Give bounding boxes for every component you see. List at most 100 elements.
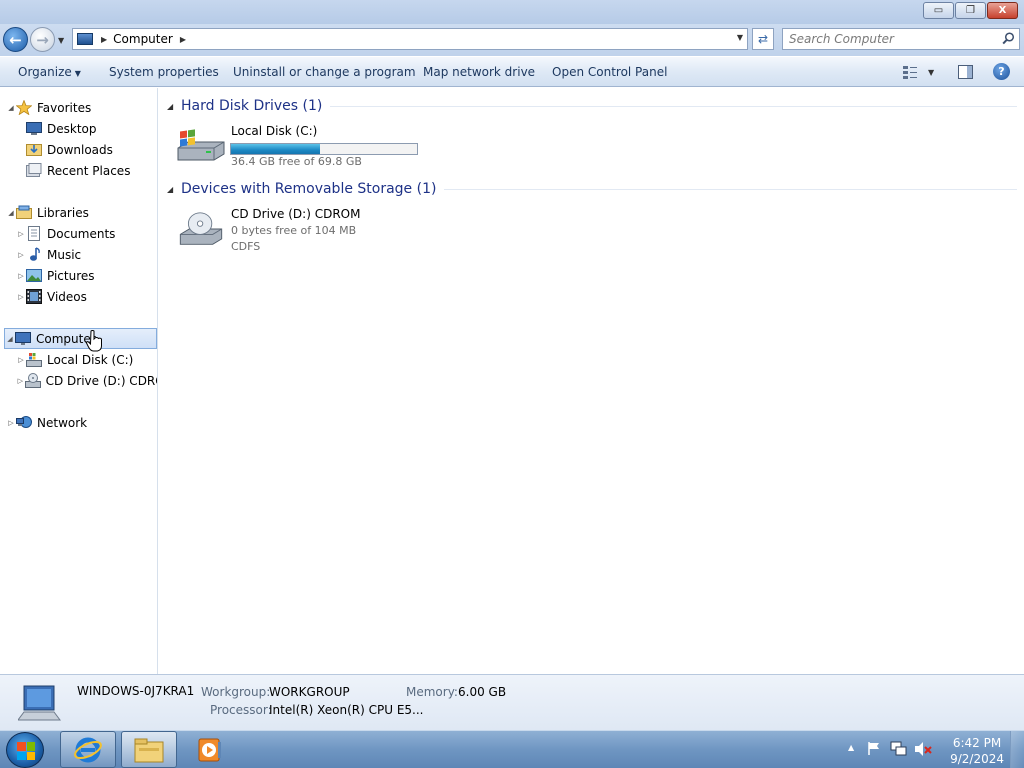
collapsed-arrow-icon[interactable]: ▷ xyxy=(16,272,26,280)
desktop-icon xyxy=(26,122,42,135)
expanded-arrow-icon[interactable]: ◢ xyxy=(5,335,15,343)
hard-drive-icon xyxy=(26,353,42,367)
nav-favorites[interactable]: ◢ Favorites xyxy=(6,97,156,118)
volume-muted-icon[interactable] xyxy=(914,741,932,757)
removable-storage-group-header[interactable]: ◢ Devices with Removable Storage (1) xyxy=(167,179,1017,199)
nav-recent-places[interactable]: Recent Places xyxy=(16,160,156,181)
refresh-button[interactable]: ⇄ xyxy=(752,28,774,50)
search-box[interactable] xyxy=(782,28,1020,50)
collapsed-arrow-icon[interactable]: ▷ xyxy=(16,377,25,385)
taskbar-windows-explorer[interactable] xyxy=(121,731,177,768)
start-button[interactable] xyxy=(6,732,44,768)
clock-date: 9/2/2024 xyxy=(950,752,1004,766)
forward-button[interactable]: → xyxy=(30,27,55,52)
pictures-icon xyxy=(26,269,42,282)
nav-videos-label: Videos xyxy=(47,289,87,304)
close-button[interactable]: X xyxy=(987,2,1018,19)
cd-drive-free-space: 0 bytes free of 104 MB xyxy=(231,224,357,237)
change-view-icon[interactable] xyxy=(902,65,918,79)
cd-drive-item[interactable]: CD Drive (D:) CDROM 0 bytes free of 104 … xyxy=(176,207,436,257)
address-history-dropdown[interactable]: ▼ xyxy=(737,33,743,42)
media-player-icon xyxy=(198,738,221,761)
hard-disk-group-header[interactable]: ◢ Hard Disk Drives (1) xyxy=(167,96,1017,116)
view-options-dropdown[interactable]: ▼ xyxy=(928,68,934,77)
show-desktop-button[interactable] xyxy=(1010,731,1024,768)
taskbar-internet-explorer[interactable] xyxy=(60,731,116,768)
search-icon[interactable] xyxy=(1002,32,1015,45)
nav-desktop[interactable]: Desktop xyxy=(16,118,156,139)
nav-local-disk[interactable]: ▷ Local Disk (C:) xyxy=(16,349,156,370)
nav-cd-drive-label: CD Drive (D:) CDROM xyxy=(45,373,157,388)
nav-pictures[interactable]: ▷ Pictures xyxy=(16,265,156,286)
nav-local-disk-label: Local Disk (C:) xyxy=(47,352,134,367)
taskbar-media-player[interactable] xyxy=(182,731,238,768)
show-hidden-icons-icon[interactable]: ▲ xyxy=(848,743,854,752)
nav-network[interactable]: ▷ Network xyxy=(6,412,156,433)
computer-name: WINDOWS-0J7KRA1 xyxy=(77,684,195,698)
nav-pictures-label: Pictures xyxy=(47,268,95,283)
explorer-folder-icon xyxy=(134,738,164,762)
map-network-drive-button[interactable]: Map network drive xyxy=(423,65,535,79)
nav-cd-drive[interactable]: ▷ CD Drive (D:) CDROM xyxy=(16,370,157,391)
nav-libraries[interactable]: ◢ Libraries xyxy=(6,202,156,223)
nav-network-label: Network xyxy=(37,415,88,430)
system-tray: ▲ 6:42 PM 9/2/2024 xyxy=(834,731,1024,768)
restore-icon: ❐ xyxy=(966,5,975,16)
nav-documents[interactable]: ▷ Documents xyxy=(16,223,156,244)
clock[interactable]: 6:42 PM 9/2/2024 xyxy=(950,735,1004,767)
breadcrumb-chevron-icon[interactable]: ▶ xyxy=(180,35,186,44)
network-icon xyxy=(16,416,32,428)
local-disk-name: Local Disk (C:) xyxy=(231,124,318,138)
recent-pages-dropdown[interactable]: ▼ xyxy=(58,36,64,45)
clock-time: 6:42 PM xyxy=(952,736,1002,750)
expanded-arrow-icon[interactable]: ◢ xyxy=(6,209,16,217)
nav-videos[interactable]: ▷ Videos xyxy=(16,286,156,307)
collapse-group-icon[interactable]: ◢ xyxy=(167,102,181,111)
back-arrow-icon: ← xyxy=(9,30,22,49)
memory-value: 6.00 GB xyxy=(458,685,507,699)
nav-favorites-label: Favorites xyxy=(37,100,92,115)
breadcrumb-separator-icon[interactable]: ▶ xyxy=(101,35,107,44)
collapse-group-icon[interactable]: ◢ xyxy=(167,185,181,194)
organize-label: Organize xyxy=(18,65,72,79)
star-icon xyxy=(16,100,32,115)
videos-icon xyxy=(26,289,42,304)
collapsed-arrow-icon[interactable]: ▷ xyxy=(6,419,16,427)
system-properties-button[interactable]: System properties xyxy=(109,65,219,79)
documents-icon xyxy=(28,226,40,241)
computer-icon xyxy=(18,685,61,721)
internet-explorer-icon xyxy=(74,737,102,762)
address-bar[interactable]: ▶ Computer ▶ ▼ xyxy=(72,28,748,50)
open-control-panel-button[interactable]: Open Control Panel xyxy=(552,65,667,79)
memory-label: Memory: xyxy=(406,685,458,699)
local-disk-item[interactable]: Local Disk (C:) 36.4 GB free of 69.8 GB xyxy=(176,124,436,170)
expanded-arrow-icon[interactable]: ◢ xyxy=(6,104,16,112)
cd-drive-name: CD Drive (D:) CDROM xyxy=(231,207,361,221)
breadcrumb-computer[interactable]: Computer xyxy=(113,32,173,46)
back-button[interactable]: ← xyxy=(3,27,28,52)
collapsed-arrow-icon[interactable]: ▷ xyxy=(16,293,26,301)
collapsed-arrow-icon[interactable]: ▷ xyxy=(16,356,26,364)
collapsed-arrow-icon[interactable]: ▷ xyxy=(16,251,26,259)
nav-downloads[interactable]: Downloads xyxy=(16,139,156,160)
disk-usage-fill xyxy=(231,144,321,154)
minimize-button[interactable]: ▭ xyxy=(923,2,954,19)
computer-icon xyxy=(77,33,93,45)
nav-desktop-label: Desktop xyxy=(47,121,97,136)
hard-disk-group-title: Hard Disk Drives (1) xyxy=(181,98,323,114)
help-icon[interactable]: ? xyxy=(993,63,1010,80)
nav-music[interactable]: ▷ Music xyxy=(16,244,156,265)
action-center-flag-icon[interactable] xyxy=(867,741,882,756)
nav-computer[interactable]: ◢ Computer xyxy=(4,328,157,349)
organize-menu[interactable]: Organize ▼ xyxy=(18,65,81,79)
restore-button[interactable]: ❐ xyxy=(955,2,986,19)
uninstall-program-button[interactable]: Uninstall or change a program xyxy=(233,65,416,79)
collapsed-arrow-icon[interactable]: ▷ xyxy=(16,230,26,238)
disk-usage-bar xyxy=(230,143,418,155)
network-status-icon[interactable] xyxy=(890,741,907,757)
taskbar: ▲ 6:42 PM 9/2/2024 xyxy=(0,730,1024,768)
preview-pane-icon[interactable] xyxy=(958,65,973,79)
windows-hard-drive-icon xyxy=(177,129,225,161)
search-input[interactable] xyxy=(789,29,989,49)
address-row: ← → ▼ ▶ Computer ▶ ▼ ⇄ xyxy=(0,24,1024,56)
